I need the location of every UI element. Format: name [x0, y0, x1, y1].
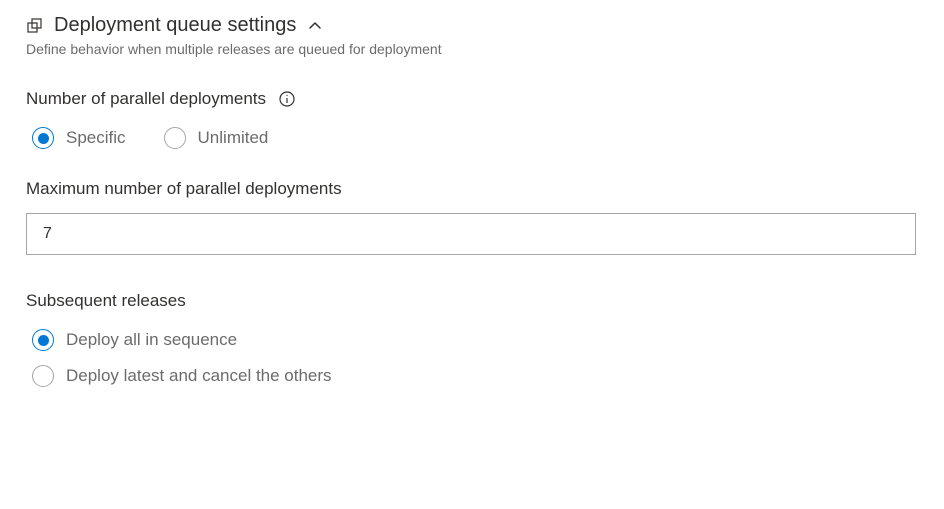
radio-circle-icon: [32, 329, 54, 351]
queue-icon: [26, 17, 44, 35]
info-icon[interactable]: [278, 90, 296, 108]
field-label-row: Subsequent releases: [26, 291, 918, 311]
max-parallel-input[interactable]: [26, 213, 916, 255]
parallel-deployments-label: Number of parallel deployments: [26, 89, 266, 109]
section-title: Deployment queue settings: [54, 14, 296, 37]
parallel-deployments-options: Specific Unlimited: [26, 127, 918, 149]
radio-sequence[interactable]: Deploy all in sequence: [32, 329, 918, 351]
radio-dot-icon: [38, 335, 49, 346]
radio-unlimited-label: Unlimited: [198, 128, 269, 148]
section-subtitle: Define behavior when multiple releases a…: [26, 41, 918, 57]
radio-circle-icon: [164, 127, 186, 149]
max-parallel-group: Maximum number of parallel deployments: [26, 179, 918, 255]
subsequent-releases-group: Subsequent releases Deploy all in sequen…: [26, 291, 918, 387]
radio-latest-label: Deploy latest and cancel the others: [66, 366, 332, 386]
field-label-row: Number of parallel deployments: [26, 89, 918, 109]
subsequent-releases-label: Subsequent releases: [26, 291, 186, 311]
radio-latest[interactable]: Deploy latest and cancel the others: [32, 365, 918, 387]
section-header: Deployment queue settings: [26, 14, 918, 37]
radio-specific-label: Specific: [66, 128, 126, 148]
parallel-deployments-group: Number of parallel deployments Specific …: [26, 89, 918, 149]
radio-specific[interactable]: Specific: [32, 127, 126, 149]
radio-dot-icon: [38, 133, 49, 144]
chevron-up-icon[interactable]: [306, 17, 324, 35]
radio-sequence-label: Deploy all in sequence: [66, 330, 237, 350]
radio-unlimited[interactable]: Unlimited: [164, 127, 269, 149]
radio-circle-icon: [32, 127, 54, 149]
max-parallel-label: Maximum number of parallel deployments: [26, 179, 918, 199]
subsequent-releases-options: Deploy all in sequence Deploy latest and…: [26, 329, 918, 387]
radio-circle-icon: [32, 365, 54, 387]
